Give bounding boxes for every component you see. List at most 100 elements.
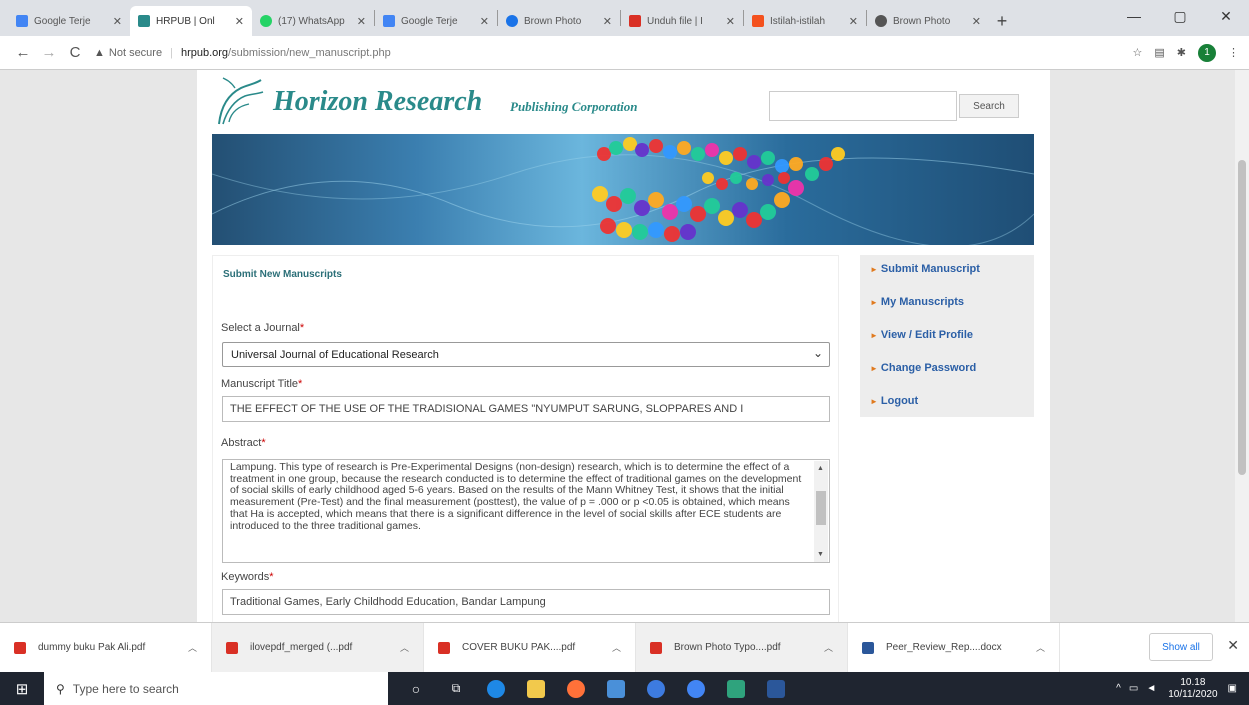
browser-tab[interactable]: Brown Photo ✕: [867, 6, 989, 36]
close-icon[interactable]: ✕: [972, 15, 981, 28]
site-search-input[interactable]: [769, 91, 957, 121]
download-item[interactable]: ilovepdf_merged (...pdf ︿: [212, 622, 424, 673]
manuscript-title-input[interactable]: THE EFFECT OF THE USE OF THE TRADISIONAL…: [222, 396, 830, 422]
site-header: Horizon Research Publishing Corporation …: [197, 70, 1050, 134]
browser-tab[interactable]: Google Terje ✕: [8, 6, 130, 36]
download-item[interactable]: Peer_Review_Rep....docx ︿: [848, 622, 1060, 673]
arrow-icon: ►: [870, 298, 878, 307]
taskbar-search-box[interactable]: ⚲ Type here to search: [44, 672, 388, 705]
people-icon[interactable]: [596, 672, 636, 705]
browser-tab[interactable]: Google Terje ✕: [375, 6, 497, 36]
chrome-icon[interactable]: [676, 672, 716, 705]
taskbar-apps: ○ ⧉: [396, 672, 796, 705]
minimize-button[interactable]: —: [1111, 0, 1157, 32]
account-sidebar: ► Submit Manuscript ► My Manuscripts ► View…: [860, 255, 1034, 417]
file-explorer-icon[interactable]: [516, 672, 556, 705]
google-translate-icon: [383, 15, 395, 27]
download-site-icon: [629, 15, 641, 27]
close-window-button[interactable]: ✕: [1203, 0, 1249, 32]
journal-select[interactable]: Universal Journal of Educational Researc…: [222, 342, 830, 367]
keywords-input[interactable]: Traditional Games, Early Childhodd Educa…: [222, 589, 830, 615]
chevron-down-icon: ⌄: [812, 346, 823, 360]
abstract-text: Lampung. This type of research is Pre-Ex…: [230, 461, 802, 532]
site-search-button[interactable]: Search: [959, 94, 1019, 118]
browser-tab[interactable]: Brown Photo ✕: [498, 6, 620, 36]
security-label: Not secure: [108, 46, 163, 59]
close-icon[interactable]: ✕: [849, 15, 858, 28]
warning-icon: ▲: [94, 46, 105, 59]
reading-list-icon[interactable]: ▤: [1154, 46, 1164, 59]
browser-tab[interactable]: Unduh file | I ✕: [621, 6, 743, 36]
download-item[interactable]: dummy buku Pak Ali.pdf ︿: [0, 622, 212, 673]
close-icon[interactable]: ✕: [235, 15, 244, 28]
windows-start-icon[interactable]: ⊞: [0, 672, 44, 705]
page-scrollbar[interactable]: [1235, 70, 1249, 622]
scroll-down-icon[interactable]: ▼: [817, 549, 824, 561]
chevron-up-icon[interactable]: ︿: [612, 641, 621, 654]
keywords-label: Keywords*: [221, 571, 274, 583]
task-view-icon[interactable]: ⧉: [436, 672, 476, 705]
word-icon[interactable]: [756, 672, 796, 705]
sidebar-item-view-edit-profile[interactable]: ► View / Edit Profile: [870, 329, 973, 341]
download-item[interactable]: COVER BUKU PAK....pdf ︿: [424, 622, 636, 673]
new-tab-button[interactable]: +: [989, 6, 1015, 36]
star-icon[interactable]: ☆: [1133, 46, 1143, 59]
close-icon[interactable]: ✕: [726, 15, 735, 28]
browser-tab[interactable]: (17) WhatsApp ✕: [252, 6, 374, 36]
pdf-icon: [226, 641, 238, 654]
page-container: Horizon Research Publishing Corporation …: [197, 70, 1050, 622]
close-icon[interactable]: ✕: [1227, 637, 1239, 654]
window-controls: — ▢ ✕: [1111, 0, 1249, 32]
search-icon: ⚲: [56, 681, 65, 696]
browser-tab[interactable]: Istilah-istilah ✕: [744, 6, 866, 36]
chevron-up-icon[interactable]: ︿: [1036, 641, 1045, 654]
arrow-icon: ►: [870, 364, 878, 373]
taskbar-search-placeholder: Type here to search: [72, 681, 179, 696]
journal-select-value: Universal Journal of Educational Researc…: [231, 348, 439, 361]
notifications-icon[interactable]: ▣: [1228, 683, 1237, 694]
avatar[interactable]: 1: [1198, 43, 1216, 62]
clock[interactable]: 10.18 10/11/2020: [1168, 677, 1217, 701]
cortana-icon[interactable]: ○: [396, 672, 436, 705]
sidebar-item-submit-manuscript[interactable]: ► Submit Manuscript: [870, 263, 980, 275]
page-scroll-thumb[interactable]: [1238, 160, 1246, 475]
word-doc-icon: [862, 641, 874, 654]
url-field[interactable]: ▲ Not secure | hrpub.org/submission/new_…: [94, 40, 1133, 66]
photos-icon[interactable]: [716, 672, 756, 705]
sidebar-item-change-password[interactable]: ► Change Password: [870, 362, 976, 374]
chevron-up-icon[interactable]: ︿: [188, 641, 197, 654]
extensions-icon[interactable]: ✱: [1177, 46, 1186, 59]
url-path: /submission/new_manuscript.php: [228, 46, 391, 59]
volume-icon[interactable]: ◄: [1146, 683, 1156, 694]
menu-icon[interactable]: ⋮: [1228, 46, 1239, 59]
sidebar-item-logout[interactable]: ► Logout: [870, 395, 918, 407]
site-icon: [506, 15, 518, 27]
reload-button[interactable]: C: [62, 40, 88, 66]
site-icon: [875, 15, 887, 27]
close-icon[interactable]: ✕: [603, 15, 612, 28]
chevron-up-icon[interactable]: ^: [1116, 683, 1121, 694]
show-all-button[interactable]: Show all: [1149, 633, 1213, 661]
edge-icon[interactable]: [476, 672, 516, 705]
close-icon[interactable]: ✕: [357, 15, 366, 28]
forward-button[interactable]: →: [36, 40, 62, 66]
scroll-up-icon[interactable]: ▲: [817, 463, 824, 475]
firefox-icon[interactable]: [556, 672, 596, 705]
scroll-thumb[interactable]: [816, 491, 826, 525]
journal-label: Select a Journal*: [221, 322, 305, 334]
abstract-textarea[interactable]: Lampung. This type of research is Pre-Ex…: [222, 459, 830, 563]
chevron-up-icon[interactable]: ︿: [824, 641, 833, 654]
system-tray: ^ ▭ ◄ 10.18 10/11/2020 ▣: [1116, 672, 1249, 705]
chevron-up-icon[interactable]: ︿: [400, 641, 409, 654]
back-button[interactable]: ←: [10, 40, 36, 66]
close-icon[interactable]: ✕: [480, 15, 489, 28]
address-bar: ← → C ▲ Not secure | hrpub.org/submissio…: [0, 36, 1249, 70]
maximize-button[interactable]: ▢: [1157, 0, 1203, 32]
textarea-scrollbar[interactable]: ▲ ▼: [814, 461, 828, 562]
browser-app-icon[interactable]: [636, 672, 676, 705]
battery-icon[interactable]: ▭: [1129, 683, 1138, 694]
sidebar-item-my-manuscripts[interactable]: ► My Manuscripts: [870, 296, 964, 308]
close-icon[interactable]: ✕: [113, 15, 122, 28]
download-item[interactable]: Brown Photo Typo....pdf ︿: [636, 622, 848, 673]
browser-tab-active[interactable]: HRPUB | Onl ✕: [130, 6, 252, 36]
